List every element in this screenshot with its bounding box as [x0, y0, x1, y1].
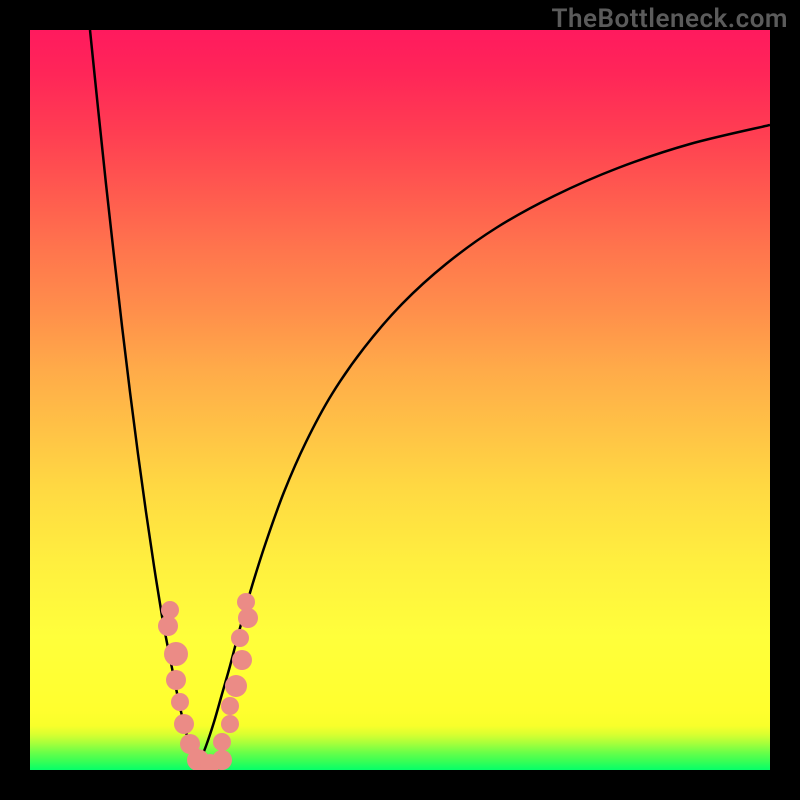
data-dot — [174, 714, 194, 734]
data-dot — [221, 697, 239, 715]
data-dot — [237, 593, 255, 611]
curve-right — [198, 125, 770, 766]
plot-area — [30, 30, 770, 770]
data-dot — [158, 616, 178, 636]
data-dot — [225, 675, 247, 697]
data-dot — [221, 715, 239, 733]
data-dot — [212, 750, 232, 770]
data-dot — [166, 670, 186, 690]
data-dot — [238, 608, 258, 628]
data-dot — [231, 629, 249, 647]
watermark-text: TheBottleneck.com — [552, 4, 788, 34]
chart-frame: TheBottleneck.com — [0, 0, 800, 800]
data-dot — [171, 693, 189, 711]
data-dot — [232, 650, 252, 670]
chart-svg — [30, 30, 770, 770]
data-dot — [213, 733, 231, 751]
data-dot — [164, 642, 188, 666]
